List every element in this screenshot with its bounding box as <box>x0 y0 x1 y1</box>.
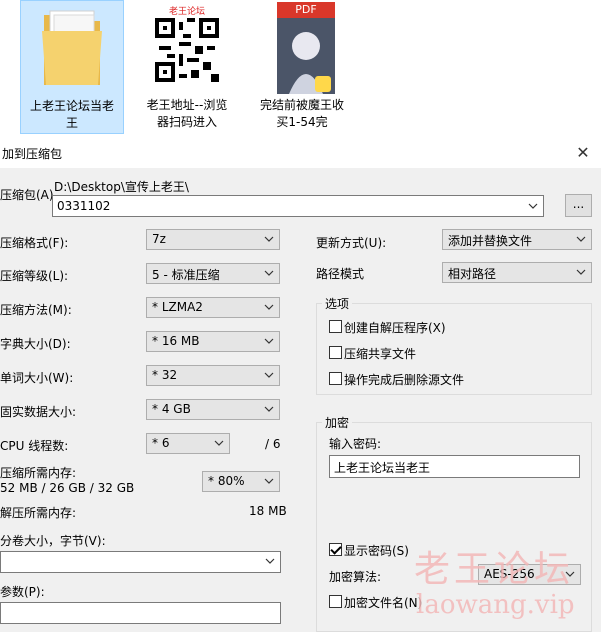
delete-checkbox[interactable] <box>329 372 342 385</box>
mem-value: 52 MB / 26 GB / 32 GB <box>0 481 135 495</box>
sfx-checkbox[interactable] <box>329 320 342 333</box>
method-label: 压缩方法(M): <box>0 303 72 317</box>
add-to-archive-dialog: 加到压缩包 ✕ 压缩包(A) D:\Desktop\宣传上老王\ 0331102… <box>0 138 601 632</box>
encrypt-names-label: 加密文件名(N) <box>344 596 423 610</box>
chevron-down-icon <box>576 269 586 275</box>
file-pdf-item[interactable]: PDF 完结前被魔王收 买1-54完 <box>250 0 354 134</box>
archive-label: 压缩包(A) <box>0 188 54 202</box>
encrypt-names-checkbox[interactable] <box>329 595 342 608</box>
volume-label: 分卷大小，字节(V): <box>0 534 106 548</box>
cpu-label: CPU 线程数: <box>0 439 69 453</box>
chevron-down-icon <box>214 440 224 446</box>
decomp-label: 解压所需内存: <box>0 506 77 520</box>
watermark-cn: 老王论坛 <box>414 549 575 590</box>
file-label: 老王地址--浏览 器扫码进入 <box>146 98 228 129</box>
archive-name-input[interactable]: 0331102 <box>52 195 544 217</box>
file-label: 上老王论坛当老王 <box>29 99 114 130</box>
path-select[interactable]: 相对路径 <box>442 262 592 283</box>
encryption-title: 加密 <box>322 414 353 431</box>
mem-label: 压缩所需内存: <box>0 466 77 480</box>
folder-icon <box>40 7 104 92</box>
shared-checkbox[interactable] <box>329 346 342 359</box>
chevron-down-icon <box>528 203 538 209</box>
pdf-thumbnail-icon: PDF <box>277 2 335 94</box>
file-explorer: 上老王论坛当老王 老王论坛 老王地址--浏览 器扫码进入 PDF 完结前被魔王收… <box>0 0 601 138</box>
solid-label: 固实数据大小: <box>0 405 77 419</box>
chevron-down-icon <box>264 478 274 484</box>
chevron-down-icon <box>576 236 586 242</box>
word-select[interactable]: * 32 <box>146 365 280 386</box>
shared-label: 压缩共享文件 <box>344 347 417 361</box>
options-title: 选项 <box>322 295 353 312</box>
level-label: 压缩等级(L): <box>0 269 69 283</box>
browse-button[interactable]: ... <box>565 194 592 217</box>
file-label: 完结前被魔王收 买1-54完 <box>259 98 344 129</box>
update-label: 更新方式(U): <box>316 236 387 250</box>
chevron-down-icon <box>264 406 274 412</box>
password-input[interactable]: 上老王论坛当老王 <box>329 455 580 478</box>
cpu-total: / 6 <box>265 437 281 451</box>
chevron-down-icon <box>264 338 274 344</box>
archive-path: D:\Desktop\宣传上老王\ <box>54 180 189 194</box>
format-select[interactable]: 7z <box>146 229 280 250</box>
file-qr-item[interactable]: 老王论坛 老王地址--浏览 器扫码进入 <box>135 0 239 134</box>
chevron-down-icon <box>264 270 274 276</box>
enc-method-label: 加密算法: <box>329 570 382 584</box>
chevron-down-icon <box>265 558 275 564</box>
dialog-titlebar: 加到压缩包 ✕ <box>0 138 601 168</box>
params-input[interactable] <box>0 602 281 624</box>
update-select[interactable]: 添加并替换文件 <box>442 229 592 250</box>
qr-code-icon: 老王论坛 <box>147 2 227 94</box>
password-label: 输入密码: <box>329 437 382 451</box>
cpu-select[interactable]: * 6 <box>146 433 230 454</box>
solid-select[interactable]: * 4 GB <box>146 399 280 420</box>
delete-label: 操作完成后删除源文件 <box>344 373 465 387</box>
path-label: 路径模式 <box>316 267 365 281</box>
show-password-label: 显示密码(S) <box>344 544 409 558</box>
chevron-down-icon <box>264 304 274 310</box>
level-select[interactable]: 5 - 标准压缩 <box>146 263 280 284</box>
chevron-down-icon <box>264 236 274 242</box>
close-icon[interactable]: ✕ <box>565 138 601 168</box>
watermark-url: laowang.vip <box>416 590 575 620</box>
decomp-value: 18 MB <box>249 504 287 518</box>
file-folder-item[interactable]: 上老王论坛当老王 <box>20 0 124 134</box>
dict-select[interactable]: * 16 MB <box>146 331 280 352</box>
mem-percent-select[interactable]: * 80% <box>202 471 280 492</box>
dialog-title: 加到压缩包 <box>2 147 63 161</box>
volume-combo[interactable] <box>0 551 281 573</box>
chevron-down-icon <box>264 372 274 378</box>
word-label: 单词大小(W): <box>0 371 74 385</box>
params-label: 参数(P): <box>0 585 45 599</box>
show-password-checkbox[interactable] <box>329 543 342 556</box>
sfx-label: 创建自解压程序(X) <box>344 321 446 335</box>
format-label: 压缩格式(F): <box>0 236 69 250</box>
dict-label: 字典大小(D): <box>0 337 71 351</box>
method-select[interactable]: * LZMA2 <box>146 297 280 318</box>
